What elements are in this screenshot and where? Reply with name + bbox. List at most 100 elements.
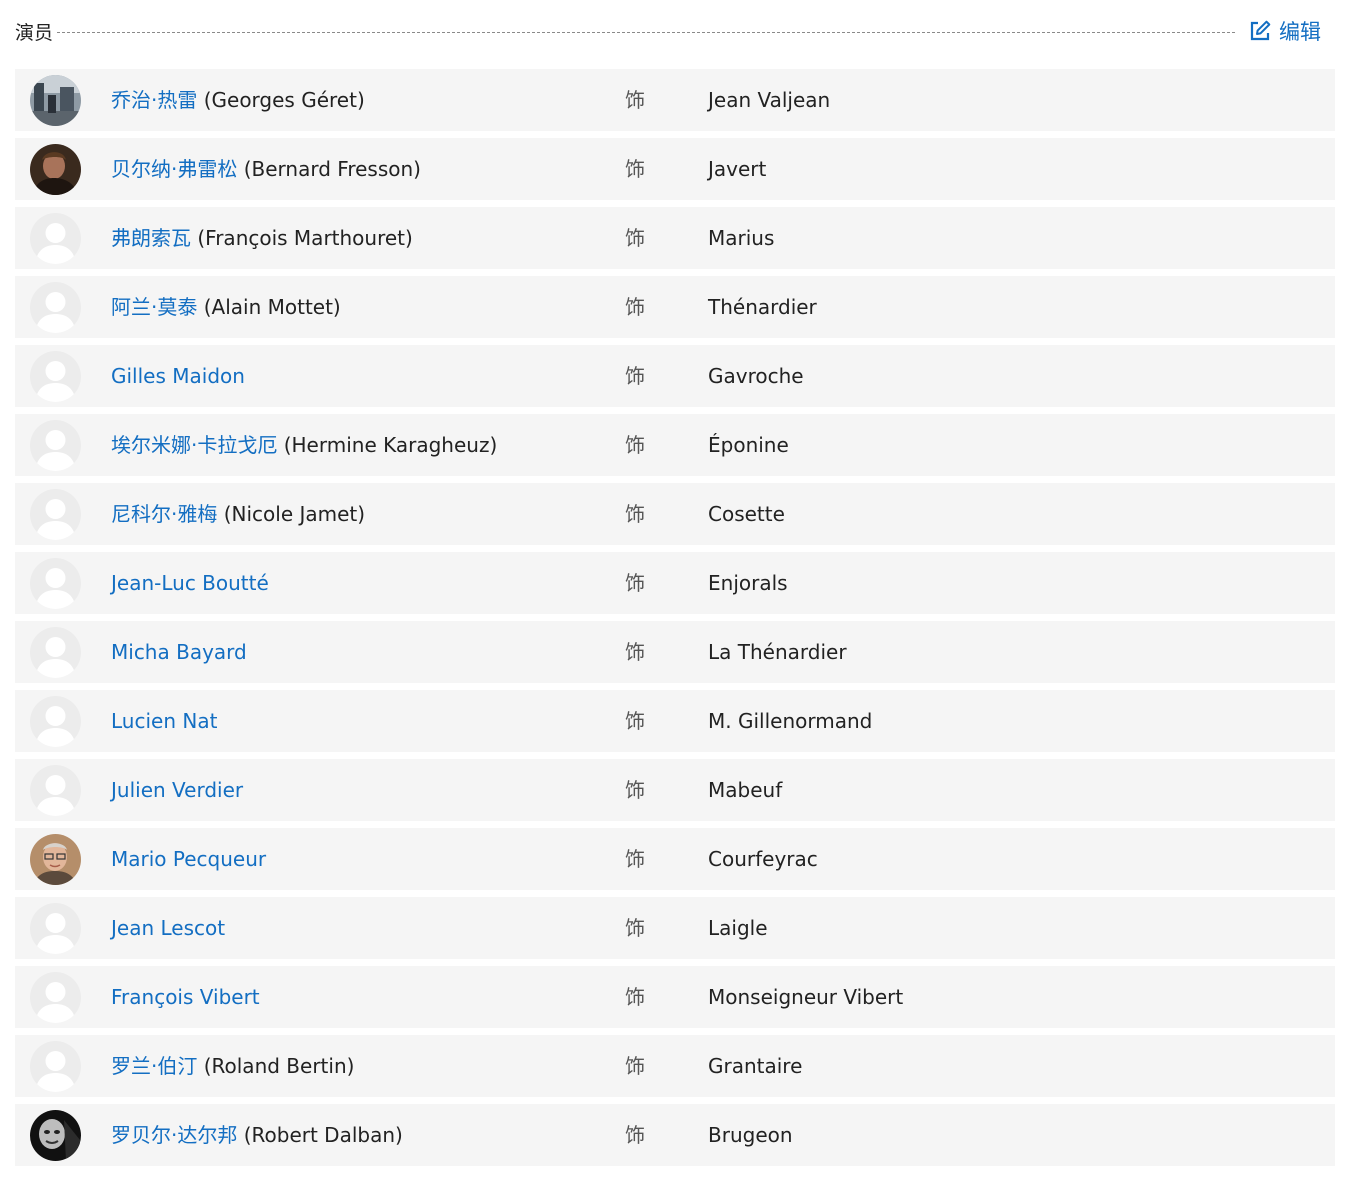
- actor-cell: 罗兰·伯汀 (Roland Bertin): [111, 1035, 354, 1097]
- as-label: 饰: [625, 640, 645, 664]
- role-name: Brugeon: [708, 1123, 793, 1147]
- role-name: Courfeyrac: [708, 847, 818, 871]
- role-name: Javert: [708, 157, 767, 181]
- role-name: Éponine: [708, 433, 789, 457]
- avatar[interactable]: [30, 972, 81, 1023]
- avatar-photo: [30, 834, 81, 885]
- avatar[interactable]: [30, 1110, 81, 1161]
- section-title: 演员: [15, 21, 54, 44]
- as-label: 饰: [625, 295, 645, 319]
- avatar-placeholder-icon: [30, 420, 81, 471]
- actor-name-link[interactable]: Julien Verdier: [111, 778, 243, 802]
- actor-name-link[interactable]: Mario Pecqueur: [111, 847, 266, 871]
- actor-original-name: (Roland Bertin): [197, 1054, 355, 1078]
- cast-row: Lucien Nat 饰 M. Gillenormand: [15, 690, 1335, 752]
- actor-cell: 阿兰·莫泰 (Alain Mottet): [111, 276, 341, 338]
- cast-list: 乔治·热雷 (Georges Géret) 饰 Jean Valjean 贝尔纳…: [15, 69, 1335, 1173]
- avatar[interactable]: [30, 834, 81, 885]
- actor-cell: Jean-Luc Boutté: [111, 552, 269, 614]
- avatar[interactable]: [30, 282, 81, 333]
- cast-row: 尼科尔·雅梅 (Nicole Jamet) 饰 Cosette: [15, 483, 1335, 545]
- actor-original-name: (Bernard Fresson): [237, 157, 421, 181]
- actor-cell: 埃尔米娜·卡拉戈厄 (Hermine Karagheuz): [111, 414, 497, 476]
- cast-row: 罗兰·伯汀 (Roland Bertin) 饰 Grantaire: [15, 1035, 1335, 1097]
- as-label: 饰: [625, 157, 645, 181]
- avatar-placeholder-icon: [30, 282, 81, 333]
- avatar[interactable]: [30, 489, 81, 540]
- cast-row: Julien Verdier 饰 Mabeuf: [15, 759, 1335, 821]
- avatar-placeholder-icon: [30, 489, 81, 540]
- role-name: Monseigneur Vibert: [708, 985, 904, 1009]
- avatar-photo: [30, 75, 81, 126]
- actor-cell: Jean Lescot: [111, 897, 225, 959]
- avatar[interactable]: [30, 627, 81, 678]
- actor-name-link[interactable]: 弗朗索瓦: [111, 226, 191, 250]
- avatar[interactable]: [30, 144, 81, 195]
- actor-cell: 贝尔纳·弗雷松 (Bernard Fresson): [111, 138, 421, 200]
- as-label: 饰: [625, 847, 645, 871]
- avatar[interactable]: [30, 351, 81, 402]
- actor-cell: Micha Bayard: [111, 621, 247, 683]
- avatar[interactable]: [30, 1041, 81, 1092]
- actor-original-name: (François Marthouret): [191, 226, 413, 250]
- cast-section-header: 演员 编辑: [15, 13, 1327, 49]
- role-name: Cosette: [708, 502, 785, 526]
- role-name: Grantaire: [708, 1054, 803, 1078]
- avatar[interactable]: [30, 765, 81, 816]
- cast-row: 乔治·热雷 (Georges Géret) 饰 Jean Valjean: [15, 69, 1335, 131]
- actor-name-link[interactable]: 埃尔米娜·卡拉戈厄: [111, 433, 277, 457]
- role-name: Laigle: [708, 916, 768, 940]
- avatar-placeholder-icon: [30, 213, 81, 264]
- actor-name-link[interactable]: 罗贝尔·达尔邦: [111, 1123, 237, 1147]
- cast-row: Micha Bayard 饰 La Thénardier: [15, 621, 1335, 683]
- actor-original-name: (Hermine Karagheuz): [277, 433, 498, 457]
- avatar-placeholder-icon: [30, 351, 81, 402]
- as-label: 饰: [625, 502, 645, 526]
- edit-label: 编辑: [1279, 20, 1321, 44]
- cast-row: Gilles Maidon 饰 Gavroche: [15, 345, 1335, 407]
- cast-row: Jean-Luc Boutté 饰 Enjorals: [15, 552, 1335, 614]
- avatar-photo: [30, 144, 81, 195]
- actor-name-link[interactable]: François Vibert: [111, 985, 260, 1009]
- actor-name-link[interactable]: 乔治·热雷: [111, 88, 197, 112]
- role-name: Gavroche: [708, 364, 804, 388]
- cast-row: 贝尔纳·弗雷松 (Bernard Fresson) 饰 Javert: [15, 138, 1335, 200]
- avatar-placeholder-icon: [30, 627, 81, 678]
- avatar-placeholder-icon: [30, 765, 81, 816]
- as-label: 饰: [625, 778, 645, 802]
- avatar[interactable]: [30, 75, 81, 126]
- cast-row: 罗贝尔·达尔邦 (Robert Dalban) 饰 Brugeon: [15, 1104, 1335, 1166]
- avatar[interactable]: [30, 903, 81, 954]
- as-label: 饰: [625, 433, 645, 457]
- avatar-placeholder-icon: [30, 903, 81, 954]
- actor-name-link[interactable]: 阿兰·莫泰: [111, 295, 197, 319]
- avatar[interactable]: [30, 213, 81, 264]
- actor-name-link[interactable]: Micha Bayard: [111, 640, 247, 664]
- actor-name-link[interactable]: Lucien Nat: [111, 709, 217, 733]
- actor-cell: 弗朗索瓦 (François Marthouret): [111, 207, 413, 269]
- actor-name-link[interactable]: 贝尔纳·弗雷松: [111, 157, 237, 181]
- edit-icon: [1250, 20, 1271, 41]
- actor-original-name: (Alain Mottet): [197, 295, 341, 319]
- as-label: 饰: [625, 1123, 645, 1147]
- actor-cell: Julien Verdier: [111, 759, 243, 821]
- role-name: Thénardier: [708, 295, 817, 319]
- as-label: 饰: [625, 1054, 645, 1078]
- avatar[interactable]: [30, 420, 81, 471]
- actor-name-link[interactable]: Jean Lescot: [111, 916, 225, 940]
- actor-name-link[interactable]: 尼科尔·雅梅: [111, 502, 217, 526]
- actor-name-link[interactable]: 罗兰·伯汀: [111, 1054, 197, 1078]
- cast-row: 弗朗索瓦 (François Marthouret) 饰 Marius: [15, 207, 1335, 269]
- role-name: Mabeuf: [708, 778, 783, 802]
- actor-original-name: (Georges Géret): [197, 88, 365, 112]
- avatar-photo: [30, 1110, 81, 1161]
- avatar[interactable]: [30, 558, 81, 609]
- avatar[interactable]: [30, 696, 81, 747]
- cast-row: François Vibert 饰 Monseigneur Vibert: [15, 966, 1335, 1028]
- role-name: Jean Valjean: [708, 88, 831, 112]
- role-name: Enjorals: [708, 571, 788, 595]
- actor-name-link[interactable]: Gilles Maidon: [111, 364, 245, 388]
- edit-button[interactable]: 编辑: [1249, 16, 1327, 46]
- actor-original-name: (Nicole Jamet): [217, 502, 366, 526]
- actor-name-link[interactable]: Jean-Luc Boutté: [111, 571, 269, 595]
